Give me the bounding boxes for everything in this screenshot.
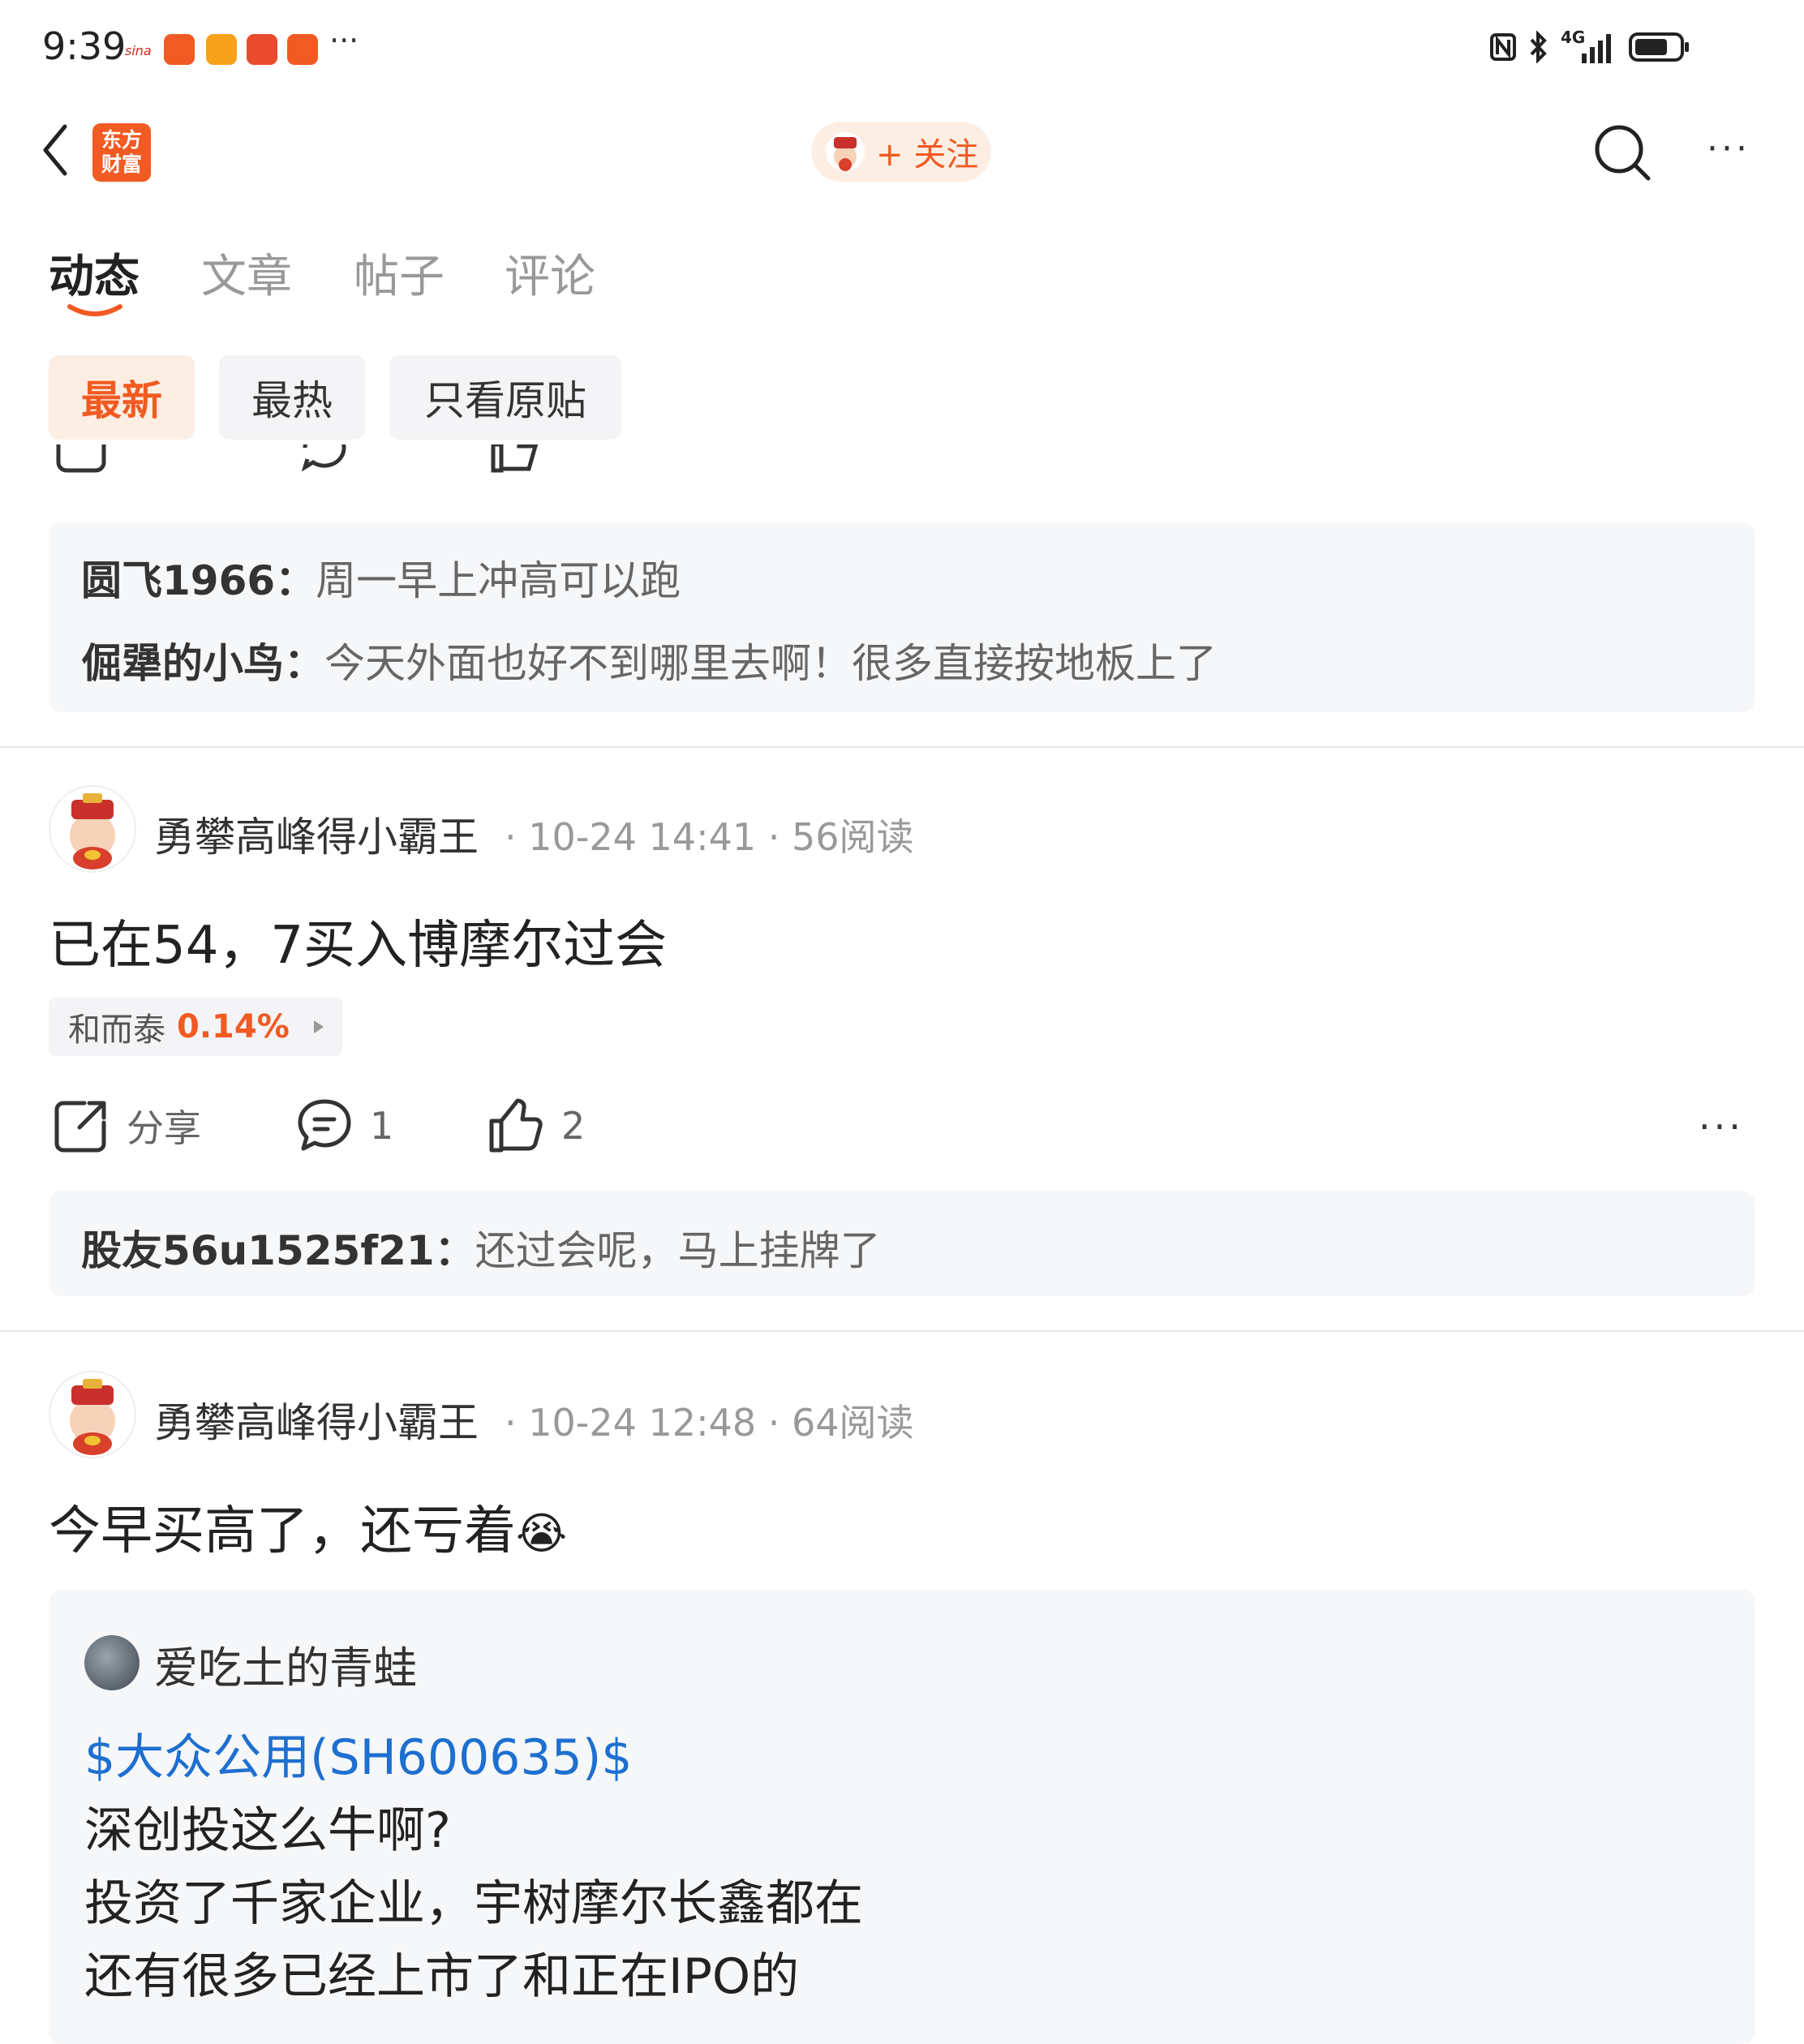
app-icon (164, 34, 195, 65)
quoted-text-line: 投资了千家企业，宇树摩尔长鑫都在 (84, 1875, 863, 1932)
comment-line[interactable]: 股友56u1525f21：还过会呢，马上挂牌了 (81, 1218, 881, 1277)
caret-right-icon (313, 1020, 324, 1033)
svg-text:sina: sina (125, 43, 152, 58)
comment-text: 周一早上冲高可以跑 (316, 557, 681, 604)
post-meta: · 10-24 12:48 · 64阅读 (505, 1393, 914, 1447)
quoted-post[interactable]: 爱吃土的青蛙 $大众公用(SH600635)$ 深创投这么牛啊? 投资了千家企业… (49, 1590, 1755, 2044)
status-right-icons: 4G (1489, 28, 1690, 63)
stock-change: 0.14% (177, 1008, 290, 1046)
stock-link[interactable]: $大众公用(SH600635)$ (84, 1718, 632, 1788)
stock-tag[interactable]: 和而泰 0.14% (49, 998, 342, 1056)
more-notifications-icon: ··· (329, 23, 359, 58)
comment-text: 今天外面也好不到哪里去啊！很多直接按地板上了 (324, 640, 1217, 687)
tab-dynamic[interactable]: 动态 (49, 240, 140, 306)
post-reads: 56阅读 (791, 815, 914, 859)
comment-separator: ： (434, 1227, 475, 1274)
post-text[interactable]: 今早买高了，还亏着😭 (49, 1489, 567, 1564)
more-icon[interactable]: ··· (1707, 128, 1750, 170)
comment-user[interactable]: 股友56u1525f21 (81, 1227, 435, 1274)
share-icon (54, 1101, 106, 1153)
comment-user[interactable]: 倔犟的小鸟 (81, 640, 284, 687)
back-button[interactable] (39, 122, 71, 182)
tab-active-indicator (67, 304, 122, 316)
post-more-icon[interactable]: ··· (1699, 1105, 1744, 1149)
author-avatar[interactable] (49, 785, 136, 873)
divider (0, 1330, 1804, 1332)
follow-button[interactable]: + 关注 (811, 122, 991, 182)
battery-icon (1629, 32, 1689, 62)
sina-icon: sina (123, 34, 154, 65)
app-icon (206, 34, 237, 65)
post-text-content: 今早买高了，还亏着 (49, 1501, 516, 1561)
crying-emoji-icon: 😭 (516, 1508, 568, 1559)
status-time: 9:39 (42, 24, 127, 68)
comment-icon (298, 1099, 351, 1151)
divider (0, 746, 1804, 748)
post-text[interactable]: 已在54，7买入博摩尔过会 (49, 904, 667, 978)
quoted-text-line: 还有很多已经上市了和正在IPO的 (84, 1948, 800, 2005)
author-name[interactable]: 勇攀高峰得小霸王 (154, 1390, 479, 1449)
comment-separator: ： (284, 640, 324, 687)
quoted-text-line: 深创投这么牛啊? (84, 1802, 451, 1859)
search-icon (1595, 125, 1651, 181)
meta-dot: · (505, 1401, 517, 1445)
signal-icon: 4G (1561, 28, 1617, 63)
filter-hottest[interactable]: 最热 (219, 355, 365, 440)
filter-latest[interactable]: 最新 (49, 355, 195, 440)
comment-button[interactable]: 1 (295, 1097, 393, 1155)
stock-name: 和而泰 (68, 1011, 165, 1049)
like-count: 2 (561, 1104, 586, 1148)
post-time: 10-24 12:48 (528, 1401, 757, 1445)
comment-box: 圆飞1966：周一早上冲高可以跑 倔犟的小鸟：今天外面也好不到哪里去啊！很多直接… (49, 522, 1755, 712)
meta-dot: · (767, 815, 780, 859)
share-button[interactable]: 分享 (52, 1097, 201, 1155)
thumbs-up-icon (489, 1098, 543, 1153)
search-button[interactable] (1593, 123, 1652, 185)
follow-label: + 关注 (876, 136, 979, 174)
meta-dot: · (767, 1401, 780, 1445)
bluetooth-icon (1530, 31, 1547, 63)
post-reads: 64阅读 (791, 1401, 914, 1445)
logo-text-line1: 东方 (101, 128, 142, 152)
clipped-action-row (49, 444, 616, 485)
tab-posts[interactable]: 帖子 (354, 240, 445, 306)
comment-separator: ： (275, 557, 316, 604)
meta-dot: · (505, 815, 517, 859)
like-button[interactable]: 2 (487, 1097, 585, 1155)
avatar (826, 132, 865, 171)
comment-line[interactable]: 圆飞1966：周一早上冲高可以跑 (81, 548, 681, 607)
comment-box: 股友56u1525f21：还过会呢，马上挂牌了 (49, 1191, 1755, 1296)
quoted-author-name[interactable]: 爱吃土的青蛙 (154, 1632, 417, 1696)
post-meta: · 10-24 14:41 · 56阅读 (505, 808, 914, 861)
app-logo[interactable]: 东方 财富 (92, 123, 151, 182)
filter-original-only[interactable]: 只看原贴 (389, 355, 621, 440)
comment-user[interactable]: 圆飞1966 (81, 557, 275, 604)
share-label: 分享 (127, 1106, 201, 1150)
author-name[interactable]: 勇攀高峰得小霸王 (154, 805, 479, 863)
quoted-author-avatar[interactable] (84, 1635, 140, 1690)
comment-text: 还过会呢，马上挂牌了 (475, 1227, 881, 1274)
logo-text-line2: 财富 (101, 152, 142, 176)
comment-count: 1 (370, 1104, 394, 1148)
app-icon (287, 34, 318, 65)
tab-comments[interactable]: 评论 (505, 240, 595, 306)
back-icon (43, 124, 67, 176)
app-icon (247, 34, 277, 65)
tab-articles[interactable]: 文章 (201, 240, 292, 306)
post-time: 10-24 14:41 (528, 815, 757, 859)
nfc-icon (1490, 33, 1516, 61)
comment-line[interactable]: 倔犟的小鸟：今天外面也好不到哪里去啊！很多直接按地板上了 (81, 631, 1217, 689)
author-avatar[interactable] (49, 1371, 136, 1458)
